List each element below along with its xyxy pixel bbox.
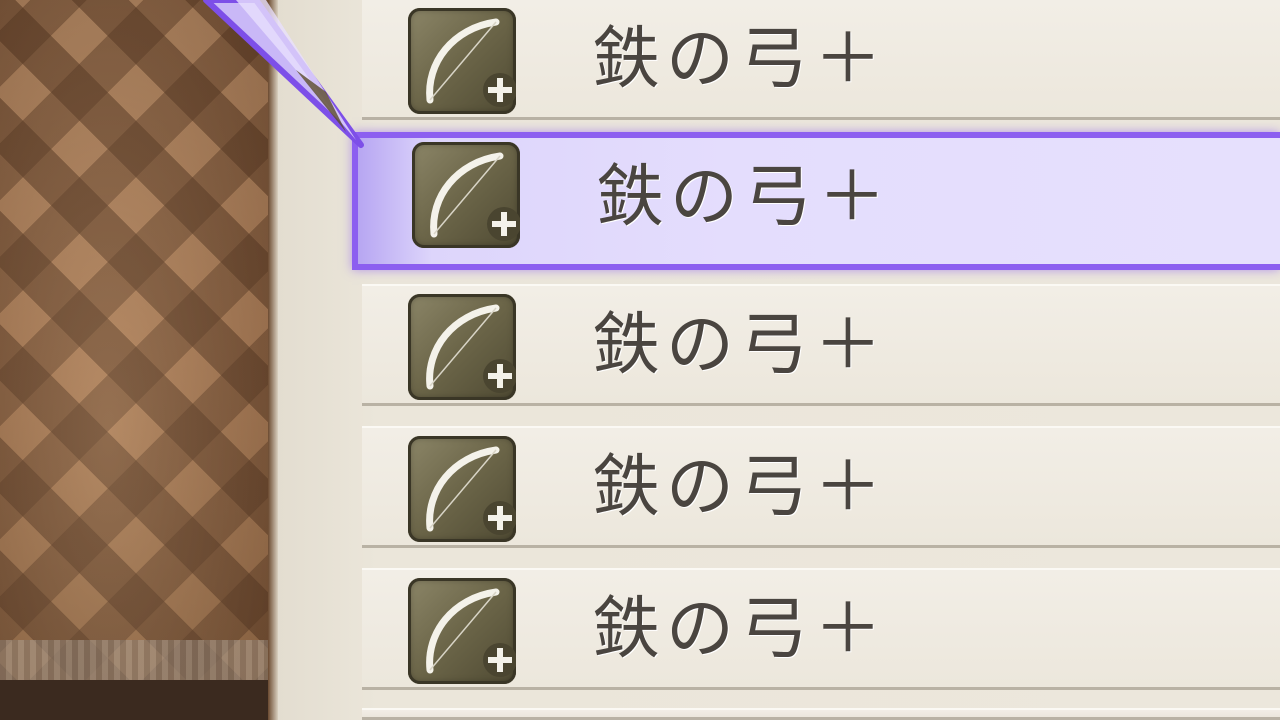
item-name: 鉄の弓＋ (592, 306, 889, 385)
item-name: 鉄の弓＋ (592, 590, 889, 669)
list-item[interactable]: 鉄の弓＋ (362, 426, 1280, 548)
list-item[interactable]: 鉄の弓＋ (362, 568, 1280, 690)
list-item[interactable]: 鉄の弓＋ (362, 284, 1280, 406)
bow-plus-icon (412, 142, 520, 248)
item-name: 鉄の弓＋ (592, 448, 889, 527)
list-item[interactable]: 鉄の弓＋ (362, 0, 1280, 120)
list-item-selected[interactable]: 鉄の弓＋ (352, 132, 1280, 270)
bow-plus-icon (408, 294, 516, 400)
selection-cursor-icon (203, 0, 364, 148)
bow-plus-icon (408, 436, 516, 542)
bow-plus-icon (408, 578, 516, 684)
item-name: 鉄の弓＋ (592, 20, 889, 99)
list-item-partial[interactable] (362, 708, 1280, 720)
item-name: 鉄の弓＋ (596, 158, 893, 237)
item-list: 鉄の弓＋ 鉄の弓＋ 鉄の弓＋ 鉄の弓＋ 鉄の弓＋ (0, 0, 1280, 720)
bow-plus-icon (408, 8, 516, 114)
